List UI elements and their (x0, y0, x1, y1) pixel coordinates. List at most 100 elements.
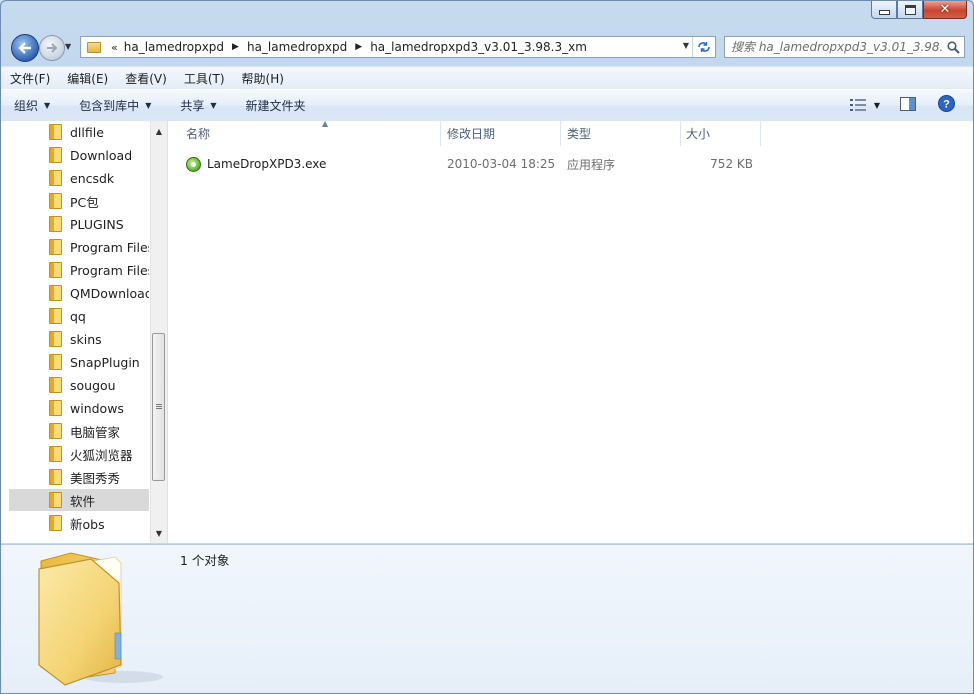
refresh-button[interactable] (692, 37, 715, 57)
new-folder-button[interactable]: 新建文件夹 (233, 97, 318, 114)
sort-ascending-icon: ▲ (322, 119, 329, 128)
folder-tree: dllfile Download encsdk PC包 PLUGINS Prog… (9, 121, 149, 543)
nav-item-download[interactable]: Download (9, 144, 149, 166)
nav-item-qq[interactable]: qq (9, 305, 149, 327)
folder-icon (49, 285, 62, 301)
column-divider[interactable] (560, 121, 561, 146)
breadcrumb-item[interactable]: ha_lamedropxpd (247, 40, 347, 54)
item-count: 1 个对象 (180, 553, 230, 568)
nav-item-plugins[interactable]: PLUGINS (9, 213, 149, 235)
maximize-icon (904, 4, 916, 15)
help-icon: ? (938, 95, 955, 112)
column-header-name[interactable]: 名称 ▲ (186, 119, 436, 146)
file-name-cell: LameDropXPD3.exe (184, 154, 326, 174)
change-view-button[interactable]: ▼ (849, 99, 880, 111)
nav-item-label: dllfile (70, 124, 104, 140)
nav-item-label: 电脑管家 (70, 424, 121, 440)
column-header-size[interactable]: 大小 (686, 121, 756, 146)
folder-icon (49, 423, 62, 439)
nav-item-encsdk[interactable]: encsdk (9, 167, 149, 189)
organize-button[interactable]: 组织 ▼ (1, 97, 62, 114)
command-bar: 组织 ▼ 包含到库中 ▼ 共享 ▼ 新建文件夹 ▼ ? (1, 89, 973, 122)
refresh-icon (698, 42, 710, 52)
folder-icon (49, 147, 62, 163)
nav-item-label: Program Files (70, 239, 149, 255)
breadcrumb-chevron-icon[interactable]: ▶ (355, 42, 362, 52)
nav-item-program-files-2[interactable]: Program Files (9, 259, 149, 281)
scroll-up-icon[interactable]: ▲ (151, 123, 167, 139)
nav-item-meitu[interactable]: 美图秀秀 (9, 466, 149, 488)
nav-item-snapplugin[interactable]: SnapPlugin (9, 351, 149, 373)
minimize-button[interactable] (871, 1, 897, 19)
search-input[interactable] (725, 38, 943, 56)
nav-item-new-obs[interactable]: 新obs (9, 512, 149, 534)
grip-icon (156, 404, 162, 410)
chevron-down-icon: ▼ (210, 101, 217, 110)
folder-icon (49, 377, 62, 393)
view-details-icon (849, 99, 866, 111)
breadcrumb-overflow[interactable]: « (111, 41, 118, 54)
nav-item-qmdownload[interactable]: QMDownload (9, 282, 149, 304)
nav-item-software[interactable]: 软件 (9, 489, 149, 511)
menu-edit[interactable]: 编辑(E) (58, 70, 116, 87)
column-header-type[interactable]: 类型 (567, 121, 677, 146)
menu-view[interactable]: 查看(V) (116, 70, 175, 87)
menu-file[interactable]: 文件(F) (1, 70, 58, 87)
nav-item-sougou[interactable]: sougou (9, 374, 149, 396)
column-date-label: 修改日期 (447, 127, 496, 141)
back-arrow-icon (18, 42, 31, 54)
address-bar[interactable]: « ha_lamedropxpd ▶ ha_lamedropxpd ▶ ha_l… (80, 36, 716, 58)
file-type: 应用程序 (567, 157, 616, 172)
column-divider[interactable] (680, 121, 681, 146)
svg-text:?: ? (943, 99, 950, 111)
chevron-down-icon: ▼ (145, 101, 152, 110)
menu-tools[interactable]: 工具(T) (175, 70, 233, 87)
folder-icon (87, 41, 101, 53)
nav-item-windows[interactable]: windows (9, 397, 149, 419)
folder-icon (49, 446, 62, 462)
recent-pages-dropdown[interactable]: ▼ (65, 42, 71, 51)
folder-icon (49, 515, 62, 531)
breadcrumb-item[interactable]: ha_lamedropxpd3_v3.01_3.98.3_xm (370, 40, 587, 54)
chevron-down-icon: ▼ (44, 101, 51, 110)
close-button[interactable]: ✕ (923, 1, 967, 19)
nav-item-skins[interactable]: skins (9, 328, 149, 350)
maximize-button[interactable] (897, 1, 923, 19)
search-button[interactable] (943, 37, 963, 57)
nav-item-program-files[interactable]: Program Files (9, 236, 149, 258)
breadcrumb-item[interactable]: ha_lamedropxpd (124, 40, 224, 54)
nav-item-pc-manager[interactable]: 电脑管家 (9, 420, 149, 442)
column-header-date[interactable]: 修改日期 (447, 121, 557, 146)
back-button[interactable] (11, 34, 39, 62)
nav-item-label: PLUGINS (70, 216, 124, 232)
forward-arrow-icon (47, 43, 58, 53)
nav-item-label: Program Files (70, 262, 149, 278)
organize-label: 组织 (14, 99, 39, 113)
help-button[interactable]: ? (938, 95, 955, 115)
menu-help[interactable]: 帮助(H) (233, 70, 292, 87)
include-in-library-button[interactable]: 包含到库中 ▼ (66, 97, 163, 114)
column-divider[interactable] (760, 121, 761, 146)
navigation-scrollbar[interactable]: ▲ ▼ (150, 121, 167, 543)
column-name-label: 名称 (186, 127, 211, 141)
share-button[interactable]: 共享 ▼ (167, 97, 228, 114)
breadcrumb-chevron-icon[interactable]: ▶ (232, 42, 239, 52)
nav-item-pc-bao[interactable]: PC包 (9, 190, 149, 212)
folder-icon (49, 170, 62, 186)
column-divider[interactable] (440, 121, 441, 146)
file-row[interactable]: LameDropXPD3.exe 2010-03-04 18:25 应用程序 7… (184, 154, 784, 174)
address-dropdown-icon[interactable]: ▼ (683, 41, 689, 50)
nav-item-dllfile[interactable]: dllfile (9, 121, 149, 143)
folder-icon (49, 354, 62, 370)
folder-icon (49, 400, 62, 416)
forward-button[interactable] (39, 35, 65, 61)
nav-item-firefox[interactable]: 火狐浏览器 (9, 443, 149, 465)
nav-item-label: SnapPlugin (70, 354, 140, 370)
caption-buttons: ✕ (871, 1, 967, 21)
search-box (724, 36, 965, 58)
scroll-down-icon[interactable]: ▼ (151, 525, 167, 541)
scrollbar-thumb[interactable] (152, 333, 165, 481)
search-icon (946, 40, 960, 54)
preview-pane-button[interactable] (900, 96, 916, 114)
nav-item-label: PC包 (70, 194, 99, 210)
